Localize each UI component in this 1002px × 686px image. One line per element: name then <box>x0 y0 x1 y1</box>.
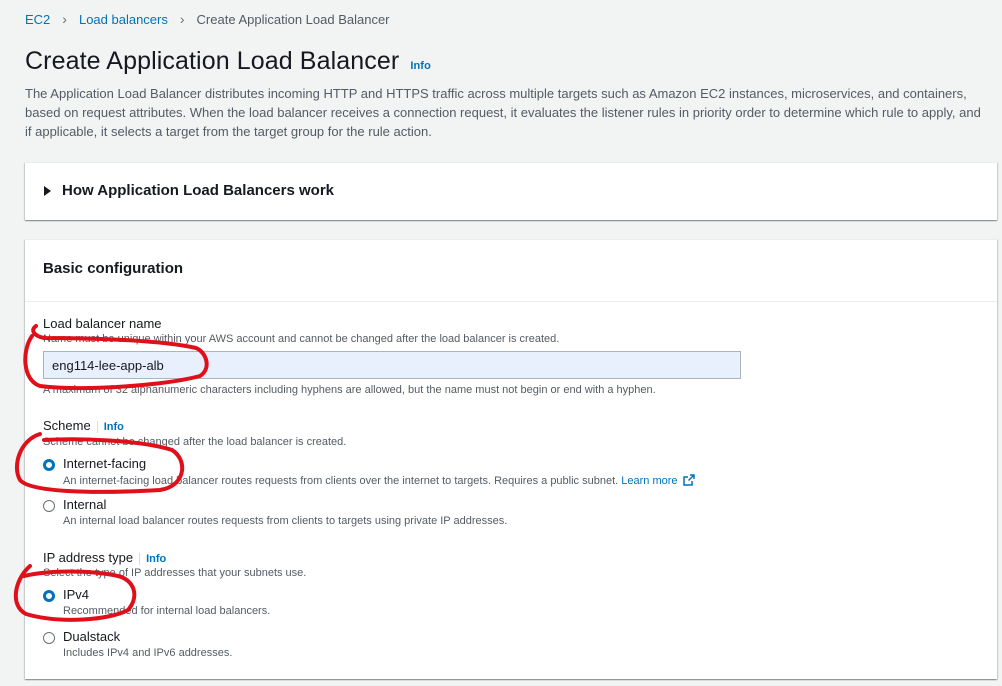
load-balancer-name-input[interactable] <box>43 351 741 379</box>
scheme-description: Scheme cannot be changed after the load … <box>43 436 347 448</box>
learn-more-link[interactable]: Learn more <box>621 474 695 487</box>
scheme-internet-facing-description-text: An internet-facing load balancer routes … <box>63 475 619 487</box>
scheme-info-link[interactable]: Info <box>96 421 124 433</box>
ip-type-dualstack-description: Includes IPv4 and IPv6 addresses. <box>63 647 233 659</box>
scheme-label-text: Scheme <box>43 418 91 433</box>
scheme-internal-label[interactable]: Internal <box>63 497 106 512</box>
basic-configuration-panel: Basic configuration Load balancer name N… <box>25 239 997 679</box>
page-info-link[interactable]: Info <box>410 60 431 72</box>
ip-address-type-label: IP address type Info <box>43 550 167 565</box>
ip-address-type-label-text: IP address type <box>43 550 134 565</box>
ip-address-type-description: Select the type of IP addresses that you… <box>43 567 307 579</box>
breadcrumb-load-balancers-link[interactable]: Load balancers <box>79 12 168 27</box>
page-description: The Application Load Balancer distribute… <box>25 86 981 139</box>
expander-title[interactable]: How Application Load Balancers work <box>62 182 334 199</box>
breadcrumb-current: Create Application Load Balancer <box>196 11 390 27</box>
learn-more-link-text[interactable]: Learn more <box>621 475 677 487</box>
external-link-icon <box>682 474 695 486</box>
basic-configuration-title: Basic configuration <box>25 240 997 302</box>
ip-address-type-info-link[interactable]: Info <box>139 553 167 565</box>
scheme-internet-facing-description: An internet-facing load balancer routes … <box>63 474 695 487</box>
scheme-internet-facing-radio[interactable] <box>43 459 55 471</box>
ip-type-ipv4-description: Recommended for internal load balancers. <box>63 605 271 617</box>
load-balancer-name-label: Load balancer name <box>43 316 162 331</box>
scheme-label: Scheme Info <box>43 418 124 433</box>
breadcrumb: EC2 › Load balancers › Create Applicatio… <box>25 11 390 27</box>
how-alb-works-expander[interactable]: How Application Load Balancers work <box>25 162 997 220</box>
scheme-internet-facing-label[interactable]: Internet-facing <box>63 456 146 471</box>
ip-type-dualstack-radio[interactable] <box>43 632 55 644</box>
page-title: Create Application Load Balancer Info <box>25 47 431 76</box>
ip-type-ipv4-radio[interactable] <box>43 590 55 602</box>
breadcrumb-ec2-link[interactable]: EC2 <box>25 12 50 27</box>
load-balancer-name-constraint: A maximum of 32 alphanumeric characters … <box>43 384 656 396</box>
ip-type-ipv4-label[interactable]: IPv4 <box>63 587 89 602</box>
scheme-internal-radio[interactable] <box>43 500 55 512</box>
caret-right-icon <box>44 186 51 196</box>
ip-type-dualstack-label[interactable]: Dualstack <box>63 629 120 644</box>
chevron-right-icon: › <box>179 11 185 27</box>
page-title-text: Create Application Load Balancer <box>25 47 400 75</box>
scheme-internal-description: An internal load balancer routes request… <box>63 515 508 527</box>
chevron-right-icon: › <box>62 11 67 27</box>
load-balancer-name-description: Name must be unique within your AWS acco… <box>43 333 560 345</box>
